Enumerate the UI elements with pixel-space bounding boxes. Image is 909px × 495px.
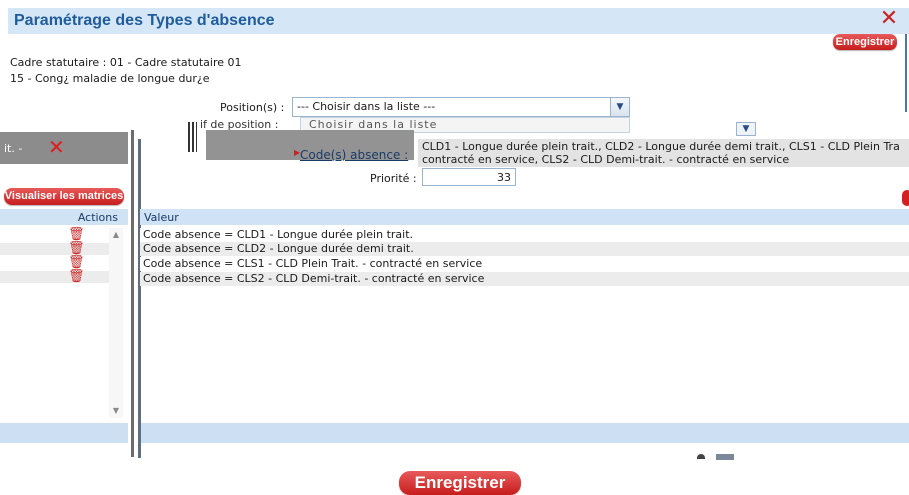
position-select-value: --- Choisir dans la liste --- — [297, 100, 436, 113]
actions-header-label: Actions — [77, 211, 118, 224]
trash-icon[interactable]: 🗑 — [68, 242, 85, 255]
pager-icon[interactable] — [697, 454, 705, 459]
table-cell: Code absence = CLD2 - Longue durée demi … — [143, 242, 414, 255]
save-top-button[interactable]: Enregistrer — [833, 34, 897, 50]
position-label: Position(s) : — [220, 101, 285, 114]
valeur-header-label: Valeur — [144, 211, 179, 224]
position-select[interactable]: --- Choisir dans la liste --- ▼ — [292, 97, 630, 117]
trash-icon[interactable]: 🗑 — [68, 270, 85, 283]
window-titlebar: Paramétrage des Types d'absence — [8, 8, 909, 34]
close-icon[interactable]: ✕ — [48, 135, 65, 159]
scroll-down-icon[interactable]: ▼ — [109, 404, 123, 418]
valeur-column-header: Valeur — [140, 209, 909, 225]
splitter[interactable] — [138, 139, 141, 458]
priority-value: 33 — [497, 171, 511, 184]
red-button-edge[interactable] — [902, 190, 909, 206]
chevron-down-icon[interactable]: ▼ — [610, 98, 629, 116]
window-title: Paramétrage des Types d'absence — [14, 12, 275, 29]
scroll-up-icon[interactable]: ▲ — [109, 228, 123, 242]
code-absence-line2: contracté en service, CLS2 - CLD Demi-tr… — [422, 153, 790, 166]
table-cell: Code absence = CLS2 - CLD Demi-trait. - … — [143, 272, 485, 285]
table-cell: Code absence = CLS1 - CLD Plein Trait. -… — [143, 257, 483, 270]
trash-icon[interactable]: 🗑 — [68, 256, 85, 269]
table-row — [0, 230, 110, 242]
actions-column-header: Actions — [0, 209, 128, 225]
table-row[interactable]: Code absence = CLD2 - Longue durée demi … — [140, 242, 909, 256]
chevron-down-icon[interactable]: ▼ — [736, 122, 756, 136]
dialog-header-text: it. - — [4, 142, 23, 155]
close-icon[interactable]: ✕ — [879, 8, 899, 30]
glitch-artifact — [188, 122, 197, 152]
code-absence-line1: CLD1 - Longue durée plein trait., CLD2 -… — [422, 140, 900, 153]
cadre-statutaire-text: Cadre statutaire : 01 - Cadre statutaire… — [10, 56, 242, 69]
dialog-footer — [0, 423, 128, 443]
window-border — [905, 34, 907, 112]
table-row — [0, 257, 110, 269]
code-absence-link[interactable]: Code(s) absence : — [300, 148, 408, 162]
scrollbar[interactable] — [109, 228, 123, 418]
priority-label: Priorité : — [370, 172, 417, 185]
pager-icon[interactable] — [716, 454, 734, 460]
table-footer — [141, 423, 909, 443]
table-row[interactable]: Code absence = CLS1 - CLD Plein Trait. -… — [140, 257, 909, 271]
save-bottom-button[interactable]: Enregistrer — [399, 471, 521, 495]
code-absence-value: CLD1 - Longue durée plein trait., CLD2 -… — [418, 139, 909, 167]
visualise-matrices-button[interactable]: Visualiser les matrices — [4, 188, 124, 205]
table-row — [0, 243, 110, 255]
table-row — [0, 271, 110, 283]
priority-input[interactable]: 33 — [422, 168, 516, 186]
table-cell: Code absence = CLD1 - Longue durée plein… — [143, 228, 414, 241]
absence-type-text: 15 - Cong¿ maladie de longue dur¿e — [10, 72, 210, 85]
trash-icon[interactable]: 🗑 — [68, 228, 85, 241]
table-row[interactable]: Code absence = CLS2 - CLD Demi-trait. - … — [140, 272, 909, 286]
table-row[interactable]: Code absence = CLD1 - Longue durée plein… — [140, 228, 909, 242]
